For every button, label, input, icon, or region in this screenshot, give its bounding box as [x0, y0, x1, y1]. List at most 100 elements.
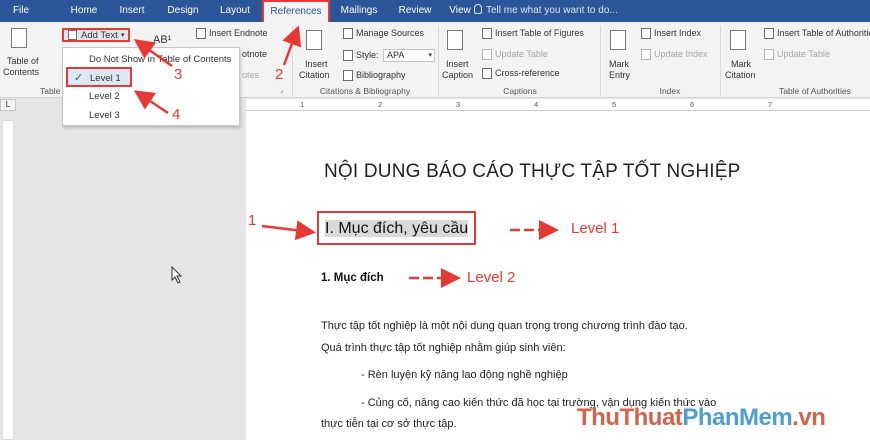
- ruler-number: 6: [690, 100, 695, 109]
- insert-caption-label-2[interactable]: Caption: [442, 70, 473, 80]
- show-notes-button[interactable]: otes: [242, 70, 259, 80]
- cross-reference-icon: [482, 68, 492, 79]
- lightbulb-icon: [474, 4, 482, 14]
- update-index-icon: [641, 49, 651, 60]
- mark-entry-icon[interactable]: [610, 30, 626, 50]
- group-separator: [720, 26, 721, 96]
- dropdown-item-label: Level 2: [89, 91, 120, 102]
- insert-table-of-authorities-icon: [764, 28, 774, 39]
- heading-level-2[interactable]: 1. Mục đích: [321, 272, 384, 284]
- group-separator: [292, 26, 293, 96]
- annotation-number-1: 1: [248, 212, 257, 229]
- dropdown-item-level-2[interactable]: Level 2: [63, 87, 239, 107]
- add-text-icon: [68, 30, 77, 40]
- horizontal-ruler[interactable]: 1 2 3 4 5 6 7: [246, 99, 870, 111]
- update-table-button[interactable]: Update Table: [495, 49, 548, 59]
- tab-selector[interactable]: L: [0, 99, 16, 111]
- style-icon: [343, 50, 353, 61]
- insert-index-icon: [641, 28, 651, 39]
- insert-caption-label-1[interactable]: Insert: [446, 59, 469, 69]
- bibliography-icon: [343, 70, 353, 81]
- insert-citation-icon[interactable]: [306, 30, 322, 50]
- menu-design[interactable]: Design: [163, 0, 203, 22]
- chevron-down-icon: ▾: [121, 32, 125, 39]
- insert-index-button[interactable]: Insert Index: [654, 28, 701, 38]
- table-of-contents-icon[interactable]: [11, 28, 27, 48]
- insert-table-of-authorities-button[interactable]: Insert Table of Authorities: [777, 28, 870, 38]
- mark-citation-label-2[interactable]: Citation: [725, 70, 756, 80]
- add-text-label: Add Text: [81, 30, 118, 41]
- add-text-dropdown: Do Not Show in Table of Contents ✓ Level …: [62, 47, 240, 126]
- style-value: APA: [387, 50, 405, 60]
- level-2-annotation: Level 2: [467, 269, 516, 286]
- ruler-number: 1: [300, 100, 305, 109]
- insert-footnote-icon[interactable]: AB¹: [153, 34, 171, 46]
- style-select[interactable]: APA ▾: [383, 49, 435, 62]
- document-title[interactable]: NỘI DUNG BÁO CÁO THỰC TẬP TỐT NGHIỆP: [324, 161, 741, 183]
- heading-level-1[interactable]: I. Mục đích, yêu cầu: [317, 211, 477, 245]
- mark-citation-label-1[interactable]: Mark: [731, 59, 751, 69]
- next-footnote-button[interactable]: otnote: [242, 49, 267, 59]
- tell-me-box[interactable]: Tell me what you want to do...: [474, 0, 618, 22]
- bibliography-button[interactable]: Bibliography: [356, 70, 406, 80]
- heading-level-1-text: I. Mục đích, yêu cầu: [325, 220, 469, 237]
- bullet-line[interactable]: - Rèn luyện kỹ năng lao động nghề nghiệp: [361, 369, 568, 381]
- insert-table-of-figures-button[interactable]: Insert Table of Figures: [495, 28, 584, 38]
- dropdown-item-label: Level 3: [89, 110, 120, 121]
- toc-label-2[interactable]: Contents: [3, 67, 39, 77]
- checkmark-icon: ✓: [74, 72, 84, 84]
- insert-citation-label-2[interactable]: Citation: [299, 70, 330, 80]
- manage-sources-icon: [343, 28, 353, 39]
- dropdown-item-level-1[interactable]: ✓ Level 1: [66, 67, 132, 87]
- ruler-number: 3: [456, 100, 461, 109]
- mouse-cursor-icon: [171, 266, 183, 284]
- menu-layout[interactable]: Layout: [214, 0, 256, 22]
- menu-review[interactable]: Review: [396, 0, 434, 22]
- annotation-number-4: 4: [172, 106, 181, 123]
- watermark-part: .vn: [792, 404, 826, 431]
- dropdown-item-level-3[interactable]: Level 3: [63, 106, 239, 126]
- menu-mailings[interactable]: Mailings: [337, 0, 381, 22]
- table-of-figures-icon: [482, 28, 492, 39]
- mark-citation-icon[interactable]: [730, 30, 746, 50]
- group-separator: [600, 26, 601, 96]
- insert-citation-label-1[interactable]: Insert: [305, 59, 328, 69]
- insert-endnote-icon: [196, 28, 206, 39]
- update-index-button[interactable]: Update Index: [654, 49, 708, 59]
- vertical-ruler[interactable]: [2, 120, 14, 440]
- dropdown-item-label: Level 1: [90, 73, 121, 84]
- chevron-down-icon: ▾: [428, 52, 432, 59]
- group-label-captions: Captions: [503, 86, 537, 96]
- menu-file[interactable]: File: [6, 0, 36, 22]
- manage-sources-button[interactable]: Manage Sources: [356, 28, 424, 38]
- toc-label-1[interactable]: Table of: [7, 56, 39, 66]
- ruler-number: 5: [612, 100, 617, 109]
- menu-view[interactable]: View: [446, 0, 474, 22]
- menu-home[interactable]: Home: [66, 0, 102, 22]
- group-label-authorities: Table of Authorities: [779, 86, 851, 96]
- ruler-number: 7: [768, 100, 773, 109]
- menu-references[interactable]: References: [262, 0, 330, 22]
- add-text-button[interactable]: Add Text ▾: [62, 28, 130, 42]
- update-table-icon: [482, 49, 492, 60]
- update-authorities-button[interactable]: Update Table: [777, 49, 830, 59]
- insert-caption-icon[interactable]: [447, 30, 463, 50]
- group-label-citations: Citations & Bibliography: [319, 86, 411, 96]
- annotation-number-3: 3: [174, 66, 183, 83]
- menu-bar: File Home Insert Design Layout Reference…: [0, 0, 870, 22]
- menu-insert[interactable]: Insert: [115, 0, 149, 22]
- style-label: Style:: [356, 50, 379, 60]
- paragraph-line[interactable]: thực tiễn tại cơ sở thực tập.: [321, 418, 457, 430]
- insert-endnote-button[interactable]: Insert Endnote: [209, 28, 268, 38]
- paragraph-line[interactable]: Thực tập tốt nghiệp là một nội dung quan…: [321, 320, 688, 332]
- group-separator: [438, 26, 439, 96]
- group-label-index: Index: [659, 86, 681, 96]
- mark-entry-label-1[interactable]: Mark: [609, 59, 629, 69]
- level-1-annotation: Level 1: [571, 220, 620, 237]
- document-page[interactable]: NỘI DUNG BÁO CÁO THỰC TẬP TỐT NGHIỆP I. …: [246, 111, 870, 440]
- mark-entry-label-2[interactable]: Entry: [609, 70, 630, 80]
- watermark: ThuThuatPhanMem.vn: [577, 404, 826, 432]
- paragraph-line[interactable]: Quá trình thực tập tốt nghiệp nhằm giúp …: [321, 342, 566, 354]
- cross-reference-button[interactable]: Cross-reference: [495, 68, 560, 78]
- dialog-launcher-icon[interactable]: ⌟: [280, 86, 283, 94]
